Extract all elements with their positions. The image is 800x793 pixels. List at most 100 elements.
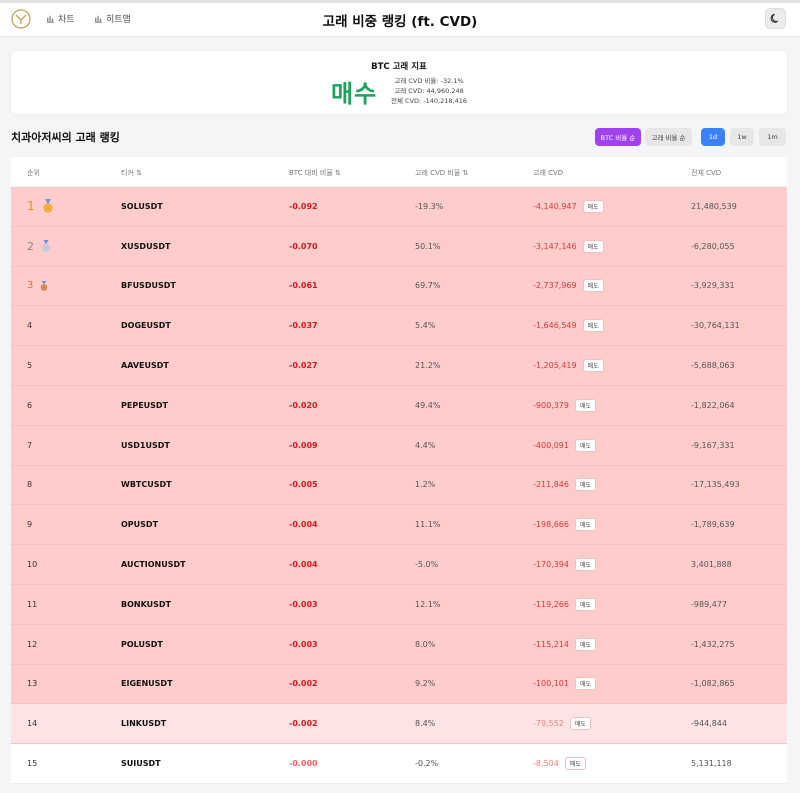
total-cvd-cell: -3,929,331 — [691, 281, 735, 291]
btc-ratio-cell: -0.070 — [289, 241, 318, 251]
table-row[interactable]: 1 SOLUSDT -0.092 -19.3% -4,140,947 매도 21,480,5… — [11, 187, 787, 227]
whale-ratio-cell: 8.0% — [415, 639, 436, 649]
total-cvd-cell: -17,135,493 — [691, 480, 740, 490]
sell-badge: 매도 — [574, 558, 597, 572]
table-row[interactable]: 13 EIGENUSDT -0.002 9.2% -100,101 매도 -1,082,86… — [11, 664, 787, 705]
total-cvd-cell: 3,401,888 — [691, 560, 732, 570]
btc-ratio-cell: -0.000 — [289, 759, 318, 769]
whale-cvd-value: -1,205,419 — [533, 361, 577, 371]
whale-ratio-cell: 49.4% — [415, 400, 441, 410]
col-whale-cvd: 고래 CVD — [533, 169, 564, 177]
table-row[interactable]: 15 SUIUSDT -0.000 -0.2% -8,504 매도 5,131,118 — [11, 744, 787, 784]
total-cvd-cell: -1,082,865 — [691, 679, 735, 689]
rank-cell: 4 — [27, 306, 32, 345]
sell-badge: 매도 — [582, 279, 604, 293]
rank-cell: 11 — [27, 585, 37, 624]
col-btc-ratio[interactable]: BTC 대비 비율 ⇅ — [289, 168, 341, 178]
whale-cvd-cell: -170,394 매도 — [533, 545, 597, 584]
table-row[interactable]: 5 AAVEUSDT -0.027 21.2% -1,205,419 매도 -5,688,0… — [11, 346, 787, 386]
btc-ratio-cell: -0.004 — [289, 560, 318, 570]
table-row[interactable]: 8 WBTCUSDT -0.005 1.2% -211,846 매도 -17,135,493 — [11, 465, 787, 506]
sort-btc-ratio-button[interactable]: BTC 비율 순 — [595, 128, 641, 146]
indicator-signal: 매수 — [331, 80, 378, 108]
whale-cvd-cell: -211,846 매도 — [533, 466, 597, 505]
whale-cvd-cell: -100,101 매도 — [533, 665, 597, 704]
total-cvd-cell: -30,764,131 — [691, 321, 740, 331]
whale-cvd-value: -119,266 — [533, 599, 569, 609]
theme-toggle-button[interactable] — [765, 8, 786, 29]
period-1w-button[interactable]: 1w — [730, 128, 754, 146]
medal-icon — [43, 199, 53, 213]
ranking-table: 순위 티커 ⇅ BTC 대비 비율 ⇅ 고래 CVD 비율 ⇅ 고래 CVD 전… — [11, 157, 787, 784]
rank-cell: 12 — [27, 625, 37, 664]
rank-cell: 10 — [27, 545, 37, 584]
rank-cell: 9 — [27, 505, 32, 544]
whale-cvd-cell: -79,552 매도 — [533, 704, 591, 743]
sell-badge: 매도 — [574, 438, 597, 452]
table-row[interactable]: 4 DOGEUSDT -0.037 5.4% -1,646,549 매도 -30,764,1… — [11, 306, 787, 347]
sell-badge: 매도 — [574, 518, 597, 532]
rank-value: 15 — [27, 759, 38, 769]
ticker-cell: OPUSDT — [121, 520, 159, 530]
btc-ratio-cell: -0.027 — [289, 361, 318, 371]
btc-ratio-cell: -0.020 — [289, 400, 318, 410]
whale-ratio-cell: 8.4% — [415, 719, 436, 729]
whale-ratio-cell: 5.4% — [415, 321, 436, 331]
total-cvd-cell: 21,480,539 — [691, 201, 737, 211]
period-1m-button[interactable]: 1m — [759, 128, 786, 146]
whale-cvd-value: -115,214 — [533, 639, 569, 649]
table-row[interactable]: 14 LINKUSDT -0.002 8.4% -79,552 매도 -944,844 — [11, 704, 787, 745]
whale-cvd-cell: -115,214 매도 — [533, 625, 597, 664]
total-cvd: 전체 CVD: -140,218,416 — [391, 97, 467, 105]
rank-value: 12 — [27, 639, 38, 649]
whale-cvd-value: -100,101 — [533, 679, 569, 689]
ticker-cell: SOLUSDT — [121, 201, 163, 211]
table-row[interactable]: 2 XUSDUSDT -0.070 50.1% -3,147,146 매도 -6,280,0… — [11, 226, 787, 267]
btc-ratio-cell: -0.003 — [289, 639, 318, 649]
rank-value: 5 — [27, 361, 33, 371]
total-cvd-cell: -1,432,275 — [691, 639, 735, 649]
rank-value: 6 — [27, 400, 33, 410]
whale-ratio-cell: 1.2% — [415, 480, 436, 490]
total-cvd-cell: 5,131,118 — [691, 759, 732, 769]
rank-cell: 3 — [27, 267, 49, 306]
sell-badge: 매도 — [574, 398, 597, 412]
table-row[interactable]: 7 USD1USDT -0.009 4.4% -400,091 매도 -9,167,331 — [11, 425, 787, 466]
whale-ratio-cell: 12.1% — [415, 599, 441, 609]
table-row[interactable]: 6 PEPEUSDT -0.020 49.4% -900,379 매도 -1,822,064 — [11, 385, 787, 426]
sort-whale-ratio-button[interactable]: 고래 비율 순 — [645, 128, 692, 146]
whale-ratio-cell: 9.2% — [415, 679, 436, 689]
btc-ratio-cell: -0.061 — [289, 281, 318, 291]
sell-badge: 매도 — [574, 478, 597, 492]
whale-cvd-value: -170,394 — [533, 560, 569, 570]
whale-cvd-cell: -1,646,549 매도 — [533, 306, 604, 345]
table-row[interactable]: 10 AUCTIONUSDT -0.004 -5.0% -170,394 매도 3,401,… — [11, 545, 787, 585]
col-total-cvd: 전체 CVD — [691, 169, 722, 177]
table-row[interactable]: 3 BFUSDUSDT -0.061 69.7% -2,737,969 매도 -3,929,… — [11, 266, 787, 307]
ticker-cell: PEPEUSDT — [121, 400, 169, 410]
btc-ratio-cell: -0.009 — [289, 440, 318, 450]
whale-ratio-cell: 69.7% — [415, 281, 441, 291]
rank-cell: 8 — [27, 466, 32, 505]
whale-cvd-value: -1,646,549 — [533, 321, 577, 331]
btc-whale-indicator: BTC 고래 지표 매수 고래 CVD 비율: -32.1% 고래 CVD: 4… — [11, 51, 787, 114]
whale-cvd-cell: -3,147,146 매도 — [533, 227, 604, 266]
table-row[interactable]: 9 OPUSDT -0.004 11.1% -198,666 매도 -1,789,639 — [11, 505, 787, 546]
whale-cvd-cell: -8,504 매도 — [533, 744, 586, 783]
whale-cvd-cell: -4,140,947 매도 — [533, 187, 604, 226]
col-whale-cvd-ratio[interactable]: 고래 CVD 비율 ⇅ — [415, 168, 468, 178]
rank-cell: 6 — [27, 386, 32, 425]
ticker-cell: XUSDUSDT — [121, 241, 171, 251]
whale-ratio-cell: 21.2% — [415, 361, 441, 371]
ticker-cell: WBTCUSDT — [121, 480, 172, 490]
ticker-cell: BFUSDUSDT — [121, 281, 176, 291]
total-cvd-cell: -5,688,063 — [691, 361, 735, 371]
table-row[interactable]: 11 BONKUSDT -0.003 12.1% -119,266 매도 -989,477 — [11, 584, 787, 625]
col-ticker[interactable]: 티커 ⇅ — [121, 168, 142, 178]
total-cvd-cell: -944,844 — [691, 719, 727, 729]
table-row[interactable]: 12 POLUSDT -0.003 8.0% -115,214 매도 -1,432,275 — [11, 624, 787, 665]
total-cvd-cell: -1,789,639 — [691, 520, 735, 530]
period-1d-button[interactable]: 1d — [701, 128, 725, 146]
btc-ratio-cell: -0.005 — [289, 480, 318, 490]
rank-value: 4 — [27, 321, 33, 331]
